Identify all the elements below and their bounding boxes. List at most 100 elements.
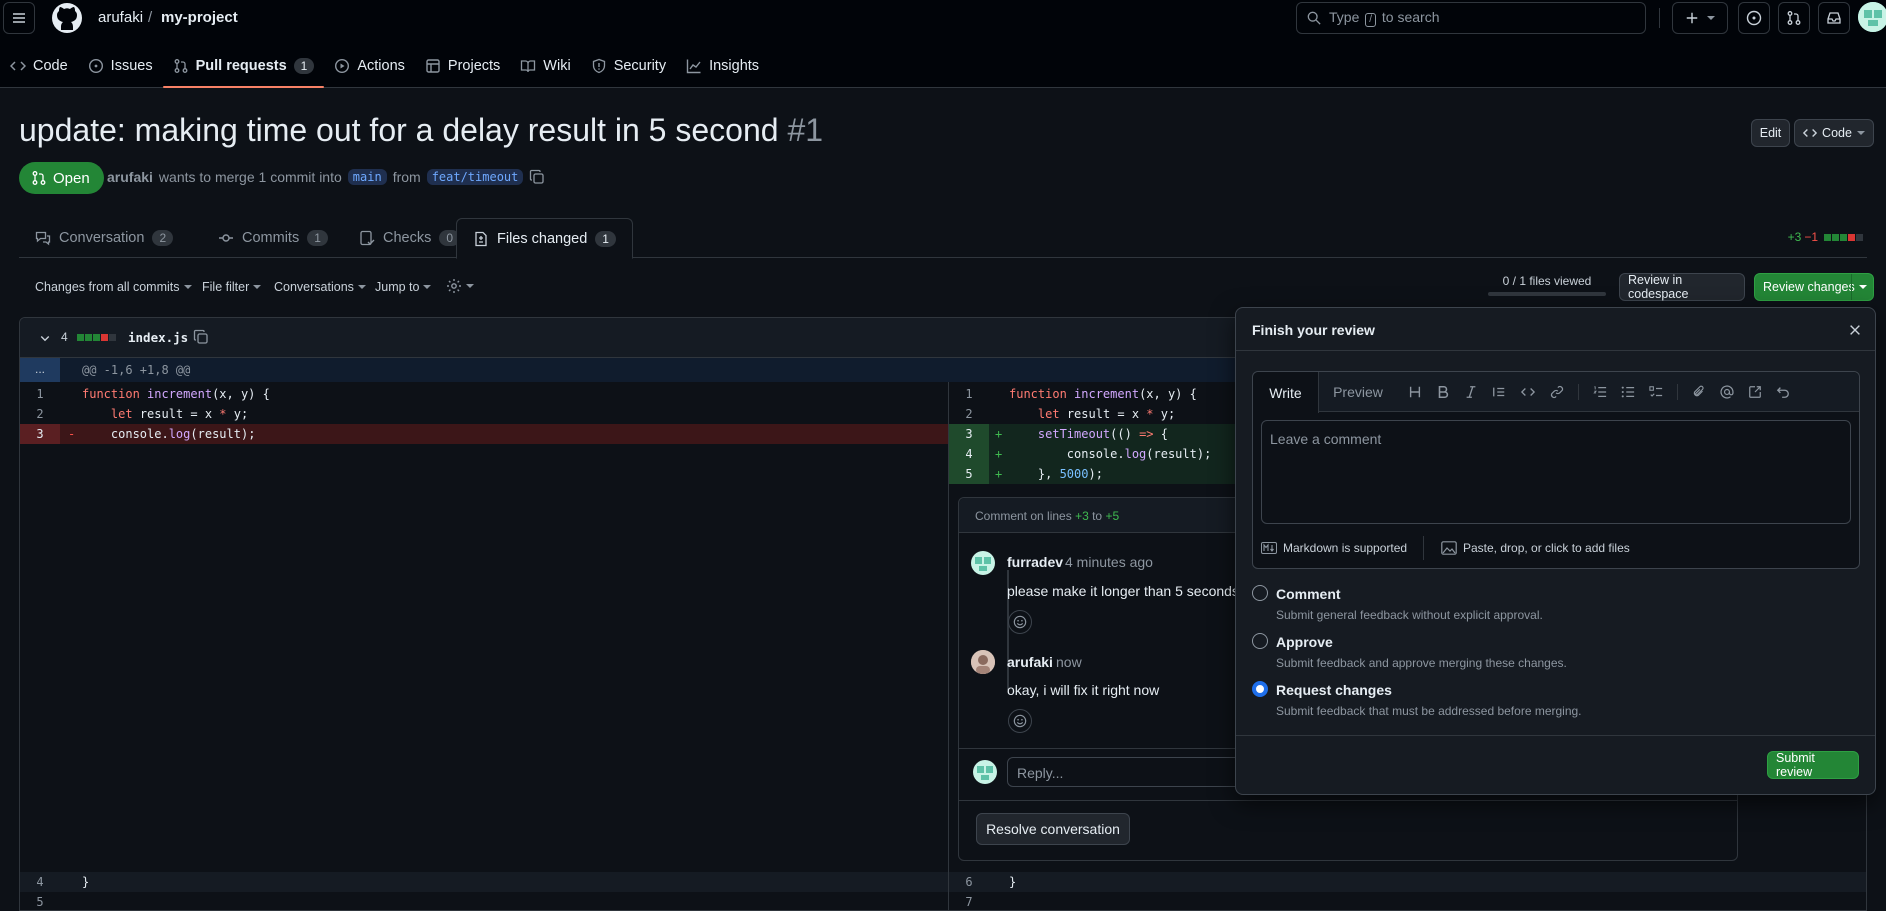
line-number[interactable]: 2: [949, 404, 989, 424]
line-number[interactable]: 7: [949, 892, 989, 910]
comment-time[interactable]: now: [1056, 654, 1082, 670]
comment-time[interactable]: 4 minutes ago: [1065, 554, 1153, 570]
review-option-request-changes-radio[interactable]: [1252, 681, 1268, 697]
code-icon[interactable]: [1520, 385, 1536, 399]
tab-checks-label: Checks: [383, 230, 432, 246]
markdown-hint[interactable]: Markdown is supported: [1261, 536, 1407, 560]
changes-from-dropdown[interactable]: Changes from all commits: [35, 280, 192, 294]
diff-sign: +: [995, 427, 1003, 441]
undo-icon[interactable]: [1776, 385, 1790, 399]
nav-projects[interactable]: Projects: [415, 50, 510, 82]
thread-lines: Comment on lines +3 to +5: [975, 509, 1119, 523]
quote-icon[interactable]: [1492, 385, 1506, 399]
comment-body: please make it longer than 5 seconds: [1007, 583, 1239, 599]
comment-author[interactable]: furradev: [1007, 554, 1063, 570]
code-button[interactable]: Code: [1794, 119, 1874, 147]
code-icon: [1803, 129, 1818, 137]
base-branch[interactable]: main: [347, 169, 387, 185]
create-new-button[interactable]: [1672, 2, 1728, 34]
line-number[interactable]: 4: [949, 444, 989, 464]
jump-to-dropdown[interactable]: Jump to: [375, 280, 432, 294]
ordered-list-icon[interactable]: [1593, 385, 1607, 399]
nav-wiki[interactable]: Wiki: [510, 50, 580, 82]
from-text: from: [392, 169, 421, 185]
chevron-down-icon: [1856, 131, 1865, 135]
tab-commits[interactable]: Commits 1: [202, 218, 344, 258]
thread-lines-prefix: Comment on lines: [975, 509, 1072, 523]
line-number[interactable]: 3: [949, 424, 989, 444]
expand-button[interactable]: ...: [20, 358, 60, 382]
pr-author[interactable]: arufaki: [107, 169, 153, 185]
nav-insights[interactable]: Insights: [676, 50, 769, 82]
review-option-comment-label[interactable]: Comment: [1276, 586, 1341, 602]
line-number[interactable]: 2: [20, 404, 60, 424]
nav-actions[interactable]: Actions: [324, 50, 415, 82]
tab-write[interactable]: Write: [1253, 372, 1319, 413]
smiley-icon[interactable]: [1008, 709, 1032, 733]
breadcrumb-owner[interactable]: arufaki: [98, 9, 143, 26]
attach-files-button[interactable]: Paste, drop, or click to add files: [1441, 536, 1630, 560]
chevron-down-icon[interactable]: [39, 332, 51, 344]
diff-sign: +: [995, 447, 1003, 461]
breadcrumb-repo[interactable]: my-project: [161, 9, 238, 26]
bold-icon[interactable]: [1436, 385, 1450, 399]
mention-icon[interactable]: [1720, 385, 1734, 399]
unordered-list-icon[interactable]: [1621, 385, 1635, 399]
tab-preview[interactable]: Preview: [1319, 372, 1397, 412]
menu-icon[interactable]: [3, 2, 35, 34]
nav-issues[interactable]: Issues: [78, 50, 163, 82]
resolve-conversation-button[interactable]: Resolve conversation: [976, 813, 1130, 845]
line-number[interactable]: 1: [949, 384, 989, 404]
line-number[interactable]: 4: [20, 872, 60, 892]
nav-projects-label: Projects: [447, 58, 501, 74]
tab-files-changed[interactable]: Files changed 1: [456, 218, 633, 259]
pull-requests-icon[interactable]: [1778, 2, 1810, 34]
review-option-approve-radio[interactable]: [1252, 633, 1268, 649]
italic-icon[interactable]: [1464, 385, 1478, 399]
review-option-request-changes-label[interactable]: Request changes: [1276, 682, 1392, 698]
user-avatar[interactable]: [1858, 2, 1886, 32]
close-icon[interactable]: [1848, 323, 1862, 337]
avatar[interactable]: [971, 650, 995, 674]
review-changes-dropdown[interactable]: [1851, 274, 1873, 300]
diff-settings-dropdown[interactable]: [446, 278, 474, 294]
submit-review-button[interactable]: Submit review: [1767, 751, 1859, 779]
comment-textarea[interactable]: Leave a comment: [1261, 420, 1851, 524]
codespace-label: Review in codespace: [1628, 273, 1689, 301]
file-name[interactable]: index.js: [128, 330, 188, 345]
avatar[interactable]: [971, 551, 995, 575]
review-changes-button[interactable]: Review changes: [1754, 273, 1874, 301]
line-number[interactable]: 1: [20, 384, 60, 404]
cross-reference-icon[interactable]: [1748, 385, 1762, 399]
review-option-comment-radio[interactable]: [1252, 585, 1268, 601]
paperclip-icon[interactable]: [1692, 385, 1706, 399]
tab-conversation[interactable]: Conversation 2: [19, 218, 189, 258]
inbox-icon[interactable]: [1818, 2, 1850, 34]
edit-button[interactable]: Edit: [1751, 119, 1790, 147]
tasklist-icon[interactable]: [1649, 385, 1663, 399]
issues-icon[interactable]: [1738, 2, 1770, 34]
pull-request-icon: [174, 59, 188, 73]
line-number[interactable]: 5: [949, 464, 989, 484]
file-filter-dropdown[interactable]: File filter: [202, 280, 262, 294]
copy-icon[interactable]: [193, 329, 209, 345]
nav-security[interactable]: Security: [581, 50, 676, 82]
head-branch[interactable]: feat/timeout: [426, 169, 524, 185]
line-number[interactable]: 6: [949, 872, 989, 892]
nav-pull-requests[interactable]: Pull requests 1: [162, 50, 325, 88]
review-in-codespace-button[interactable]: Review in codespace: [1619, 273, 1745, 301]
heading-icon[interactable]: [1408, 385, 1422, 399]
github-logo-icon[interactable]: [51, 2, 83, 34]
copy-icon[interactable]: [529, 169, 545, 185]
conversations-dropdown[interactable]: Conversations: [274, 280, 366, 294]
code-button-label: Code: [1822, 126, 1852, 140]
review-option-approve-label[interactable]: Approve: [1276, 634, 1333, 650]
link-icon[interactable]: [1550, 385, 1564, 399]
nav-code[interactable]: Code: [0, 50, 78, 82]
nav-security-label: Security: [613, 58, 667, 74]
line-number[interactable]: 3: [20, 424, 60, 444]
line-number[interactable]: 5: [20, 892, 60, 910]
smiley-icon[interactable]: [1008, 610, 1032, 634]
comment-author[interactable]: arufaki: [1007, 654, 1053, 670]
search-input[interactable]: Type / to search: [1296, 2, 1646, 34]
